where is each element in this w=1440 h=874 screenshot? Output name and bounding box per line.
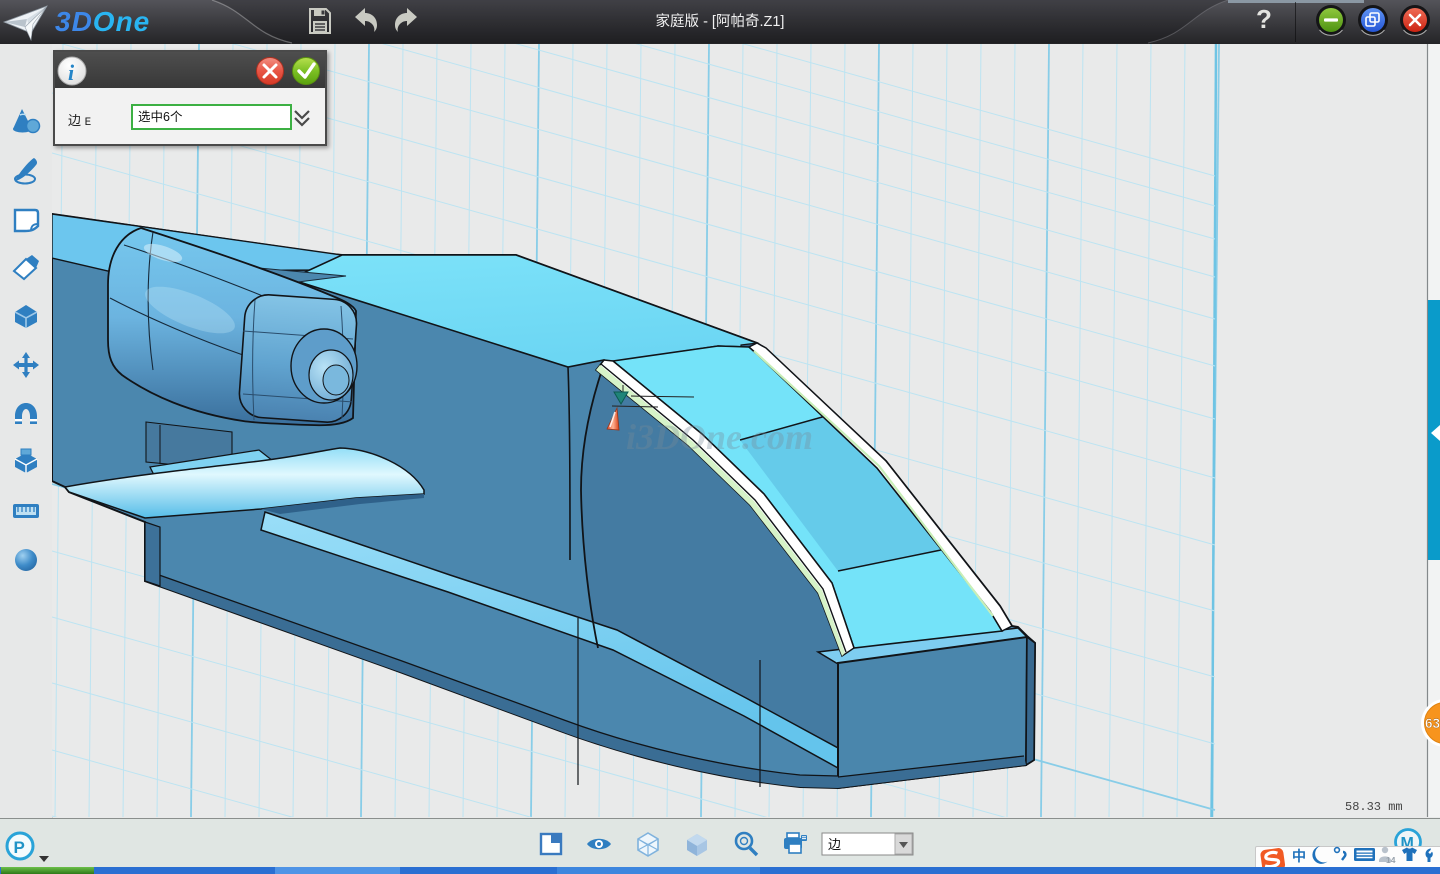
svg-text:63: 63 (1425, 716, 1440, 731)
svg-text:P: P (14, 838, 25, 857)
svg-text:58.33 mm: 58.33 mm (1345, 800, 1403, 814)
svg-text:i: i (68, 60, 75, 85)
svg-text:14: 14 (1386, 855, 1396, 865)
svg-text:边: 边 (828, 837, 841, 852)
svg-text:中: 中 (1292, 848, 1306, 864)
svg-text:i3DOne.com: i3DOne.com (626, 417, 813, 457)
